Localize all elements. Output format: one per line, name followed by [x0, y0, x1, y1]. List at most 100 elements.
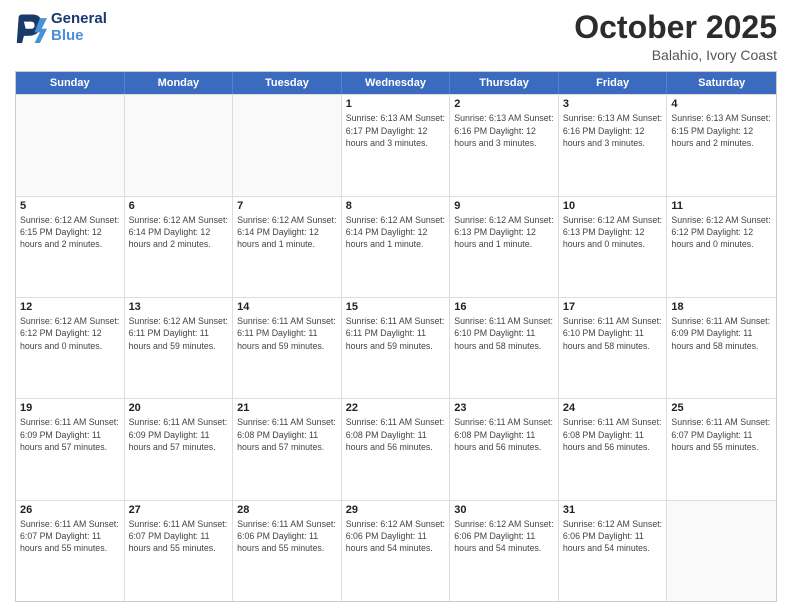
day-number: 19 — [20, 402, 120, 414]
calendar-header: Sunday Monday Tuesday Wednesday Thursday… — [16, 72, 776, 94]
day-number: 3 — [563, 98, 663, 110]
header-friday: Friday — [559, 72, 668, 94]
day-info: Sunrise: 6:12 AM Sunset: 6:14 PM Dayligh… — [237, 214, 337, 251]
day-info: Sunrise: 6:11 AM Sunset: 6:09 PM Dayligh… — [20, 416, 120, 453]
day-info: Sunrise: 6:11 AM Sunset: 6:09 PM Dayligh… — [671, 315, 772, 352]
calendar-cell: 17 Sunrise: 6:11 AM Sunset: 6:10 PM Dayli… — [559, 298, 668, 398]
day-info: Sunrise: 6:11 AM Sunset: 6:10 PM Dayligh… — [454, 315, 554, 352]
calendar-cell: 10Sunrise: 6:12 AM Sunset: 6:13 PM Dayli… — [559, 197, 668, 297]
calendar-cell: 31 Sunrise: 6:12 AM Sunset: 6:06 PM Dayli… — [559, 501, 668, 601]
calendar-cell — [125, 95, 234, 195]
calendar-cell — [16, 95, 125, 195]
calendar-row-3: 12Sunrise: 6:12 AM Sunset: 6:12 PM Dayli… — [16, 297, 776, 398]
calendar-cell: 25 Sunrise: 6:11 AM Sunset: 6:07 PM Dayli… — [667, 399, 776, 499]
day-number: 20 — [129, 402, 229, 414]
calendar-cell: 18 Sunrise: 6:11 AM Sunset: 6:09 PM Dayli… — [667, 298, 776, 398]
header-monday: Monday — [125, 72, 234, 94]
day-info: Sunrise: 6:11 AM Sunset: 6:08 PM Dayligh… — [346, 416, 446, 453]
calendar-cell: 13Sunrise: 6:12 AM Sunset: 6:11 PM Dayli… — [125, 298, 234, 398]
day-info: Sunrise: 6:11 AM Sunset: 6:08 PM Dayligh… — [454, 416, 554, 453]
calendar-cell: 5Sunrise: 6:12 AM Sunset: 6:15 PM Daylig… — [16, 197, 125, 297]
calendar-cell: 9Sunrise: 6:12 AM Sunset: 6:13 PM Daylig… — [450, 197, 559, 297]
day-info: Sunrise: 6:11 AM Sunset: 6:11 PM Dayligh… — [237, 315, 337, 352]
day-info: Sunrise: 6:12 AM Sunset: 6:12 PM Dayligh… — [671, 214, 772, 251]
day-number: 8 — [346, 200, 446, 212]
day-number: 7 — [237, 200, 337, 212]
calendar-cell: 8Sunrise: 6:12 AM Sunset: 6:14 PM Daylig… — [342, 197, 451, 297]
header-thursday: Thursday — [450, 72, 559, 94]
day-number: 4 — [671, 98, 772, 110]
calendar-cell: 1Sunrise: 6:13 AM Sunset: 6:17 PM Daylig… — [342, 95, 451, 195]
day-number: 29 — [346, 504, 446, 516]
location: Balahio, Ivory Coast — [574, 47, 777, 63]
calendar-cell — [667, 501, 776, 601]
calendar-cell: 27 Sunrise: 6:11 AM Sunset: 6:07 PM Dayli… — [125, 501, 234, 601]
day-number: 26 — [20, 504, 120, 516]
logo-icon — [15, 11, 47, 43]
day-number: 23 — [454, 402, 554, 414]
day-info: Sunrise: 6:12 AM Sunset: 6:06 PM Dayligh… — [563, 518, 663, 555]
header: General Blue October 2025 Balahio, Ivory… — [15, 10, 777, 63]
header-wednesday: Wednesday — [342, 72, 451, 94]
calendar-row-1: 1Sunrise: 6:13 AM Sunset: 6:17 PM Daylig… — [16, 94, 776, 195]
day-number: 25 — [671, 402, 772, 414]
day-number: 24 — [563, 402, 663, 414]
calendar-row-4: 19 Sunrise: 6:11 AM Sunset: 6:09 PM Dayli… — [16, 398, 776, 499]
day-info: Sunrise: 6:12 AM Sunset: 6:15 PM Dayligh… — [20, 214, 120, 251]
calendar: Sunday Monday Tuesday Wednesday Thursday… — [15, 71, 777, 602]
day-info: Sunrise: 6:13 AM Sunset: 6:16 PM Dayligh… — [563, 112, 663, 149]
day-info: Sunrise: 6:11 AM Sunset: 6:11 PM Dayligh… — [346, 315, 446, 352]
calendar-cell: 15 Sunrise: 6:11 AM Sunset: 6:11 PM Dayli… — [342, 298, 451, 398]
day-info: Sunrise: 6:11 AM Sunset: 6:07 PM Dayligh… — [671, 416, 772, 453]
day-number: 21 — [237, 402, 337, 414]
calendar-cell: 11Sunrise: 6:12 AM Sunset: 6:12 PM Dayli… — [667, 197, 776, 297]
calendar-cell: 28 Sunrise: 6:11 AM Sunset: 6:06 PM Dayli… — [233, 501, 342, 601]
calendar-body: 1Sunrise: 6:13 AM Sunset: 6:17 PM Daylig… — [16, 94, 776, 601]
day-number: 2 — [454, 98, 554, 110]
day-number: 1 — [346, 98, 446, 110]
calendar-cell: 14 Sunrise: 6:11 AM Sunset: 6:11 PM Dayli… — [233, 298, 342, 398]
page: General Blue October 2025 Balahio, Ivory… — [0, 0, 792, 612]
calendar-cell: 3 Sunrise: 6:13 AM Sunset: 6:16 PM Daylig… — [559, 95, 668, 195]
day-number: 31 — [563, 504, 663, 516]
day-number: 28 — [237, 504, 337, 516]
day-number: 14 — [237, 301, 337, 313]
calendar-cell: 29 Sunrise: 6:12 AM Sunset: 6:06 PM Dayli… — [342, 501, 451, 601]
day-info: Sunrise: 6:11 AM Sunset: 6:08 PM Dayligh… — [563, 416, 663, 453]
day-info: Sunrise: 6:13 AM Sunset: 6:15 PM Dayligh… — [671, 112, 772, 149]
calendar-cell — [233, 95, 342, 195]
day-number: 15 — [346, 301, 446, 313]
day-info: Sunrise: 6:11 AM Sunset: 6:07 PM Dayligh… — [20, 518, 120, 555]
calendar-cell: 4 Sunrise: 6:13 AM Sunset: 6:15 PM Daylig… — [667, 95, 776, 195]
calendar-cell: 26 Sunrise: 6:11 AM Sunset: 6:07 PM Dayli… — [16, 501, 125, 601]
calendar-cell: 2 Sunrise: 6:13 AM Sunset: 6:16 PM Daylig… — [450, 95, 559, 195]
day-number: 30 — [454, 504, 554, 516]
day-number: 6 — [129, 200, 229, 212]
day-info: Sunrise: 6:12 AM Sunset: 6:13 PM Dayligh… — [454, 214, 554, 251]
month-title: October 2025 — [574, 10, 777, 45]
calendar-row-5: 26 Sunrise: 6:11 AM Sunset: 6:07 PM Dayli… — [16, 500, 776, 601]
day-info: Sunrise: 6:11 AM Sunset: 6:06 PM Dayligh… — [237, 518, 337, 555]
day-info: Sunrise: 6:12 AM Sunset: 6:06 PM Dayligh… — [346, 518, 446, 555]
title-block: October 2025 Balahio, Ivory Coast — [574, 10, 777, 63]
calendar-cell: 20 Sunrise: 6:11 AM Sunset: 6:09 PM Dayli… — [125, 399, 234, 499]
header-saturday: Saturday — [667, 72, 776, 94]
day-number: 13 — [129, 301, 229, 313]
calendar-cell: 30Sunrise: 6:12 AM Sunset: 6:06 PM Dayli… — [450, 501, 559, 601]
day-info: Sunrise: 6:11 AM Sunset: 6:09 PM Dayligh… — [129, 416, 229, 453]
day-info: Sunrise: 6:11 AM Sunset: 6:08 PM Dayligh… — [237, 416, 337, 453]
calendar-cell: 19 Sunrise: 6:11 AM Sunset: 6:09 PM Dayli… — [16, 399, 125, 499]
day-info: Sunrise: 6:12 AM Sunset: 6:14 PM Dayligh… — [129, 214, 229, 251]
day-info: Sunrise: 6:11 AM Sunset: 6:07 PM Dayligh… — [129, 518, 229, 555]
calendar-cell: 7 Sunrise: 6:12 AM Sunset: 6:14 PM Daylig… — [233, 197, 342, 297]
day-number: 10 — [563, 200, 663, 212]
day-info: Sunrise: 6:11 AM Sunset: 6:10 PM Dayligh… — [563, 315, 663, 352]
day-number: 17 — [563, 301, 663, 313]
day-number: 27 — [129, 504, 229, 516]
calendar-cell: 24 Sunrise: 6:11 AM Sunset: 6:08 PM Dayli… — [559, 399, 668, 499]
day-number: 18 — [671, 301, 772, 313]
header-sunday: Sunday — [16, 72, 125, 94]
day-info: Sunrise: 6:13 AM Sunset: 6:16 PM Dayligh… — [454, 112, 554, 149]
calendar-cell: 6 Sunrise: 6:12 AM Sunset: 6:14 PM Daylig… — [125, 197, 234, 297]
calendar-cell: 23 Sunrise: 6:11 AM Sunset: 6:08 PM Dayli… — [450, 399, 559, 499]
